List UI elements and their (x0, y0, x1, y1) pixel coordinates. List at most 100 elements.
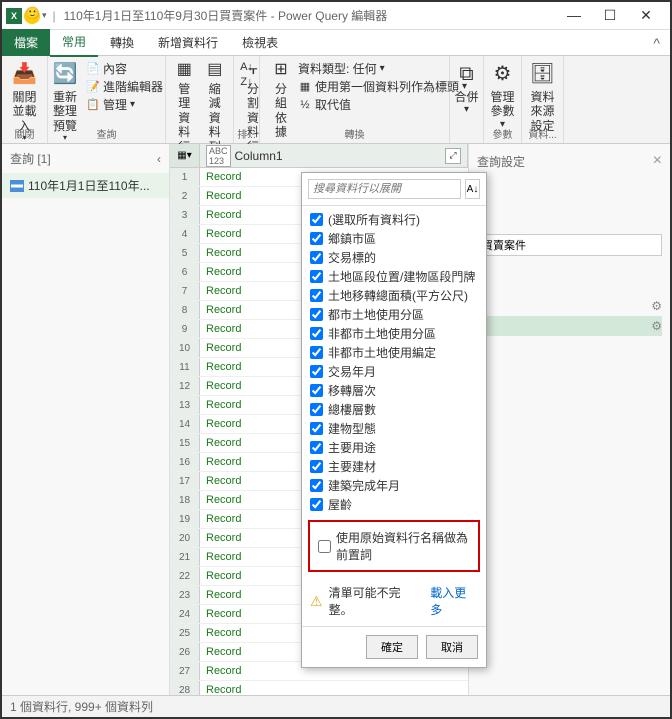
row-number: 15 (170, 434, 200, 452)
close-button[interactable]: ✕ (634, 7, 658, 24)
gear-icon[interactable]: ⚙ (651, 299, 662, 313)
window-title: 110年1月1日至110年9月30日買賣案件 - Power Query 編輯器 (64, 7, 562, 24)
ok-button[interactable]: 確定 (366, 635, 418, 659)
query-name-input[interactable] (477, 234, 662, 256)
applied-step-selected[interactable]: ⚙ (477, 316, 662, 336)
row-number: 21 (170, 548, 200, 566)
record-cell[interactable]: Record (200, 681, 468, 695)
combine-button[interactable]: ⧉合併▾ (450, 58, 484, 118)
tab-file[interactable]: 檔案 (2, 29, 50, 56)
properties-button[interactable]: 📄內容 (86, 60, 127, 77)
row-number: 22 (170, 567, 200, 585)
row-number: 25 (170, 624, 200, 642)
header-icon: ▦ (298, 80, 312, 94)
queries-pane: 查詢 [1] ‹ 110年1月1日至110年... (2, 144, 170, 695)
combine-icon: ⧉ (453, 60, 481, 88)
load-more-link[interactable]: 載入更多 (430, 584, 478, 618)
datatype-button[interactable]: 資料類型: 任何▾ (298, 60, 385, 77)
expand-column-icon[interactable]: ⤢ (445, 148, 461, 164)
cancel-button[interactable]: 取消 (426, 635, 478, 659)
search-columns-input[interactable] (308, 179, 461, 199)
row-number: 13 (170, 396, 200, 414)
row-number: 27 (170, 662, 200, 680)
column-checkbox[interactable]: 非都市土地使用分區 (310, 324, 478, 343)
column-checkbox[interactable]: 非都市土地使用編定 (310, 343, 478, 362)
tab-home[interactable]: 常用 (50, 28, 98, 57)
expand-column-popup: A↓ (選取所有資料行)鄉鎮市區交易標的土地區段位置/建物區段門牌土地移轉總面積… (301, 172, 487, 668)
row-number: 7 (170, 282, 200, 300)
query-item[interactable]: 110年1月1日至110年... (2, 173, 169, 198)
tab-addcolumn[interactable]: 新增資料行 (146, 29, 230, 56)
column-checkbox[interactable]: 屋齡 (310, 495, 478, 514)
row-number: 26 (170, 643, 200, 661)
editor-icon: 📝 (86, 80, 100, 94)
row-number: 1 (170, 168, 200, 186)
column-header[interactable]: ABC123 Column1 ⤢ (200, 144, 468, 167)
collapse-ribbon-icon[interactable]: ^ (643, 35, 670, 51)
column-checkbox[interactable]: 建物移轉總面積(平方公尺) (310, 514, 478, 516)
column-checkbox[interactable]: 都市土地使用分區 (310, 305, 478, 324)
maximize-button[interactable]: ☐ (598, 7, 622, 24)
split-icon: ⫟ (243, 60, 263, 80)
datasource-icon: 🗄 (529, 60, 557, 88)
advanced-editor-button[interactable]: 📝進階編輯器 (86, 78, 163, 95)
minimize-button[interactable]: — (562, 7, 586, 24)
row-number: 20 (170, 529, 200, 547)
row-header-corner: ▦▾ (170, 144, 200, 167)
row-number: 2 (170, 187, 200, 205)
column-checkbox[interactable]: 土地移轉總面積(平方公尺) (310, 286, 478, 305)
settings-title: 查詢設定 (477, 153, 525, 170)
column-checkbox[interactable]: 土地區段位置/建物區段門牌 (310, 267, 478, 286)
nav-collapse-icon[interactable]: ‹ (157, 152, 161, 166)
sort-columns-button[interactable]: A↓ (465, 179, 480, 199)
row-number: 14 (170, 415, 200, 433)
replace-icon: ½ (298, 98, 312, 112)
close-settings-icon[interactable]: × (653, 152, 662, 170)
column-checkbox[interactable]: 主要用途 (310, 438, 478, 457)
row-number: 6 (170, 263, 200, 281)
tab-transform[interactable]: 轉換 (98, 29, 146, 56)
tab-view[interactable]: 檢視表 (230, 29, 290, 56)
row-number: 4 (170, 225, 200, 243)
row-number: 9 (170, 320, 200, 338)
row-number: 18 (170, 491, 200, 509)
row-number: 24 (170, 605, 200, 623)
column-checkbox[interactable]: 交易年月 (310, 362, 478, 381)
status-text: 1 個資料行, 999+ 個資料列 (10, 698, 153, 715)
row-number: 17 (170, 472, 200, 490)
warning-text: 清單可能不完整。 (329, 584, 425, 618)
table-row[interactable]: 28Record (170, 681, 468, 695)
applied-step[interactable]: ⚙ (477, 296, 662, 316)
manage-button[interactable]: 📋管理▾ (86, 96, 135, 113)
row-number: 11 (170, 358, 200, 376)
queries-header: 查詢 [1] (10, 150, 51, 167)
rows-icon: ▤ (205, 60, 225, 80)
first-row-header-button[interactable]: ▦使用第一個資料列作為標頭▾ (298, 78, 467, 95)
datatype-icon[interactable]: ABC123 (206, 145, 231, 167)
datasource-settings-button[interactable]: 🗄資料來源設定 (526, 58, 560, 135)
column-checkbox[interactable]: 建築完成年月 (310, 476, 478, 495)
column-checkbox[interactable]: 交易標的 (310, 248, 478, 267)
dropdown-icon[interactable]: ▾ (42, 10, 47, 21)
column-checkbox[interactable]: (選取所有資料行) (310, 210, 478, 229)
row-number: 19 (170, 510, 200, 528)
close-load-icon: 📥 (11, 60, 39, 88)
menubar: 檔案 常用 轉換 新增資料行 檢視表 ^ (2, 30, 670, 56)
column-checkbox[interactable]: 主要建材 (310, 457, 478, 476)
column-checkbox[interactable]: 鄉鎮市區 (310, 229, 478, 248)
row-number: 23 (170, 586, 200, 604)
row-number: 16 (170, 453, 200, 471)
gear-icon[interactable]: ⚙ (651, 319, 662, 333)
row-number: 8 (170, 301, 200, 319)
query-settings-pane: 查詢設定 × ⚙ ⚙ (468, 144, 670, 695)
columns-icon: ▦ (174, 60, 194, 80)
column-checkbox[interactable]: 總樓層數 (310, 400, 478, 419)
column-checkbox[interactable]: 建物型態 (310, 419, 478, 438)
replace-values-button[interactable]: ½取代值 (298, 96, 351, 113)
refresh-icon: 🔄 (51, 60, 79, 88)
titlebar: X ▾ | 110年1月1日至110年9月30日買賣案件 - Power Que… (2, 2, 670, 30)
use-original-prefix-checkbox[interactable]: 使用原始資料行名稱做為前置詞 (318, 528, 470, 564)
column-checkbox[interactable]: 移轉層次 (310, 381, 478, 400)
manage-params-button[interactable]: ⚙管理參數▾ (486, 58, 520, 133)
row-number: 3 (170, 206, 200, 224)
